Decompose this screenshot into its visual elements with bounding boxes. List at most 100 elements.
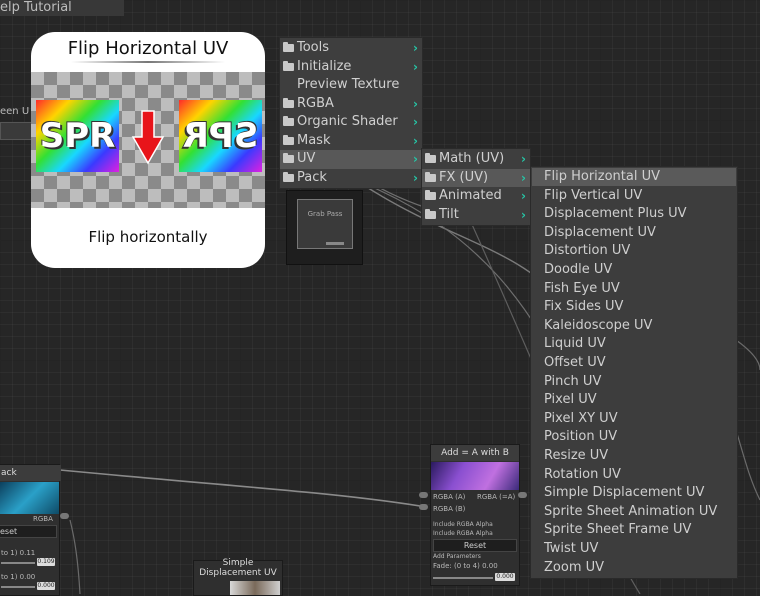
add-option1[interactable]: Include RGBA Alpha [433,521,493,528]
add-fade-value[interactable]: 0.000 [495,573,515,581]
fx-uv-item-offset-uv[interactable]: Offset UV [544,354,606,373]
folder-icon [425,153,436,163]
fx-uv-item-flip-horizontal-uv[interactable]: Flip Horizontal UV [544,168,660,187]
submenu-item-label: Math (UV) [439,151,505,166]
menu-item-initialize[interactable]: Initialize › [280,58,422,77]
submenu-item-label: FX (UV) [439,169,489,185]
fx-uv-item-pinch-uv[interactable]: Pinch UV [544,373,601,392]
fx-uv-item-pixel-xy-uv[interactable]: Pixel XY UV [544,410,618,429]
fx-uv-item-resize-uv[interactable]: Resize UV [544,447,608,466]
fx-uv-item-rotation-uv[interactable]: Rotation UV [544,466,621,485]
chevron-right-icon: › [413,41,418,55]
menu-item-pack[interactable]: Pack › [280,169,422,188]
left-panel-field[interactable] [0,122,32,140]
pack-param2-slider[interactable] [1,586,35,588]
pack-output-socket[interactable] [60,513,69,519]
chevron-right-icon: › [413,96,418,111]
menu-item-rgba[interactable]: RGBA › [280,95,422,114]
add-option2[interactable]: Include RGBA Alpha [433,530,493,537]
simple-displacement-node[interactable]: Simple Displacement UV [193,558,283,596]
simple-node-preview [230,581,280,595]
menu-item-label: UV [297,151,316,166]
fx-uv-item-displacement-uv[interactable]: Displacement UV [544,224,656,243]
folder-icon [283,97,294,108]
pack-output-label: RGBA [33,515,53,523]
flip-arrow-icon [131,110,165,165]
add-output-label: RGBA (=A) [477,493,516,501]
pack-node[interactable]: ack RGBA eset to 1) 0.11 0.109 to 1) 0.0… [0,464,61,596]
pack-node-preview [0,482,59,514]
menu-item-uv[interactable]: UV › [280,150,422,169]
folder-icon [283,171,294,182]
pack-param1-value[interactable]: 0.109 [37,558,55,566]
pack-reset-button[interactable]: eset [0,525,57,538]
add-input-a-socket[interactable] [419,492,428,498]
fx-uv-item-zoom-uv[interactable]: Zoom UV [544,559,604,578]
grab-pass-label: Grab Pass [307,210,343,218]
add-option3[interactable]: Add Parameters [433,553,481,560]
folder-icon [283,134,294,145]
fx-uv-item-doodle-uv[interactable]: Doodle UV [544,261,612,280]
submenu-item-tilt[interactable]: Tilt › [422,206,530,225]
preview-sprite-original: SPR [36,100,119,172]
chevron-right-icon: › [521,152,526,166]
add-fade-label: Fade: (0 to 4) 0.00 [433,562,498,570]
menu-item-label: Mask [297,132,331,148]
fx-uv-item-sprite-sheet-frame-uv[interactable]: Sprite Sheet Frame UV [544,521,691,540]
submenu-item-math-uv-[interactable]: Math (UV) › [422,150,530,169]
menu-item-tools[interactable]: Tools › [280,39,422,58]
preview-divider [71,61,225,63]
folder-icon [283,60,294,71]
add-output-socket[interactable] [518,492,527,498]
simple-node-title-2: Displacement UV [199,568,277,578]
grab-pass-node[interactable]: Grab Pass [286,190,363,265]
add-reset-button[interactable]: Reset [433,539,517,552]
monitor-icon: Grab Pass [297,199,353,249]
chevron-right-icon: › [413,152,418,166]
fx-uv-item-sprite-sheet-animation-uv[interactable]: Sprite Sheet Animation UV [544,503,717,522]
fx-uv-item-distortion-uv[interactable]: Distortion UV [544,242,630,261]
menu-item-mask[interactable]: Mask › [280,132,422,151]
sprite-text-flipped: SPR [182,116,259,156]
menu-item-organic-shader[interactable]: Organic Shader › [280,113,422,132]
menu-item-preview-texture[interactable]: Preview Texture [280,76,422,95]
add-fade-slider[interactable] [433,577,493,579]
fx-uv-item-kaleidoscope-uv[interactable]: Kaleidoscope UV [544,317,652,336]
fx-uv-item-twist-uv[interactable]: Twist UV [544,540,598,559]
fx-uv-item-simple-displacement-uv[interactable]: Simple Displacement UV [544,484,704,503]
add-node-preview [431,462,519,490]
add-input-b-socket[interactable] [419,504,428,510]
pack-param1-label: to 1) 0.11 [1,549,36,557]
add-node[interactable]: Add = A with B RGBA (A) RGBA (=A) RGBA (… [430,444,520,586]
fx-uv-item-fish-eye-uv[interactable]: Fish Eye UV [544,280,620,299]
left-panel-label: een U [0,106,30,117]
menu-item-label: Tools [297,40,330,55]
chevron-right-icon: › [521,189,526,203]
fx-uv-item-pixel-uv[interactable]: Pixel UV [544,391,597,410]
menu-item-label: Preview Texture [297,77,400,92]
folder-icon [425,171,436,182]
pack-param2-value[interactable]: 0.000 [37,582,55,590]
fx-uv-item-displacement-plus-uv[interactable]: Displacement Plus UV [544,205,687,224]
chevron-right-icon: › [413,133,418,148]
submenu-item-label: Tilt [439,206,459,222]
preview-caption: Flip horizontally [88,228,208,246]
pack-node-title: ack [0,465,61,481]
fx-uv-item-liquid-uv[interactable]: Liquid UV [544,335,606,354]
preview-card: Flip Horizontal UV SPR SPR Flip horizont… [31,32,265,268]
fx-uv-item-position-uv[interactable]: Position UV [544,428,617,447]
node-category-menu: Tools › Initialize › Preview Texture RGBA › Org… [279,37,423,189]
fx-uv-item-flip-vertical-uv[interactable]: Flip Vertical UV [544,187,642,206]
simple-node-title-1: Simple [222,558,254,568]
chevron-right-icon: › [413,59,418,74]
add-node-title: Add = A with B [431,445,519,461]
preview-title: Flip Horizontal UV [67,38,229,59]
submenu-item-animated[interactable]: Animated › [422,187,530,206]
uv-submenu: Math (UV) › FX (UV) › Animated › Tilt › [421,148,531,226]
chevron-right-icon: › [521,207,526,222]
add-input-a-label: RGBA (A) [433,493,466,501]
submenu-item-label: Animated [439,188,502,203]
submenu-item-fx-uv-[interactable]: FX (UV) › [422,168,530,187]
pack-param1-slider[interactable] [1,562,35,564]
fx-uv-item-fix-sides-uv[interactable]: Fix Sides UV [544,298,623,317]
